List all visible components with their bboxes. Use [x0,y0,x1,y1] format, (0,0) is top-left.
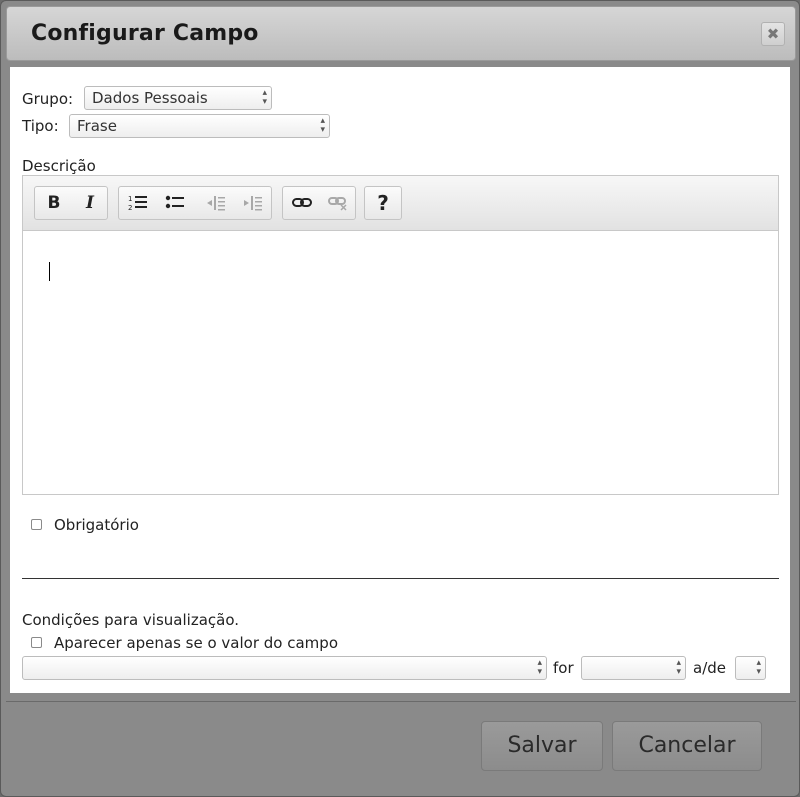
select-arrows-icon: ▴ ▾ [537,658,542,677]
rich-text-editor: B I 1 2 ? [22,175,779,495]
indent-button[interactable] [235,187,271,219]
type-select[interactable]: Frase ▴ ▾ [69,114,330,138]
section-divider [22,578,779,579]
toolbar-group-links [282,186,356,220]
editor-toolbar: B I 1 2 ? [23,176,778,231]
ordered-list-icon: 1 2 [128,195,147,212]
description-label: Descrição [22,157,96,175]
italic-icon: I [86,193,94,213]
required-label: Obrigatório [54,516,139,534]
toolbar-group-help: ? [364,186,402,220]
required-checkbox[interactable] [31,519,42,530]
of-label: a/de [693,659,726,677]
bold-button[interactable]: B [36,187,72,219]
unordered-list-icon [165,195,184,209]
unlink-button[interactable] [320,187,356,219]
cancel-button-label: Cancelar [638,733,736,758]
help-button[interactable]: ? [365,187,401,219]
save-button-label: Salvar [507,733,577,758]
indent-icon [244,196,262,211]
dialog-title: Configurar Campo [31,21,259,46]
text-caret [49,262,50,281]
dialog-content: Grupo: Dados Pessoais ▴ ▾ Tipo: Frase ▴ ▾ … [10,67,790,693]
group-label: Grupo: [22,90,74,108]
group-select-value: Dados Pessoais [92,89,208,107]
unordered-list-button[interactable] [157,187,193,219]
group-select[interactable]: Dados Pessoais ▴ ▾ [84,86,272,110]
unlink-icon [328,197,347,211]
cancel-button[interactable]: Cancelar [612,721,762,771]
outdent-icon [207,196,225,211]
type-label: Tipo: [22,117,59,135]
footer-separator [6,701,796,702]
ordered-list-button[interactable]: 1 2 [120,187,156,219]
editor-text-area[interactable] [23,232,778,494]
svg-text:2: 2 [128,204,132,212]
save-button[interactable]: Salvar [481,721,603,771]
appear-only-if-label: Aparecer apenas se o valor do campo [54,634,338,652]
configure-field-dialog: Configurar Campo ✖ Grupo: Dados Pessoais… [0,0,800,797]
for-label: for [553,659,574,677]
condition-operator-select[interactable]: ▴ ▾ [581,656,686,680]
toolbar-group-lists: 1 2 [118,186,272,220]
link-icon [292,198,312,207]
condition-target-select[interactable]: ▴ ▾ [735,656,766,680]
outdent-button[interactable] [198,187,234,219]
condition-field-select[interactable]: ▴ ▾ [22,656,547,680]
select-arrows-icon: ▴ ▾ [756,658,761,677]
svg-text:1: 1 [128,195,132,203]
select-arrows-icon: ▴ ▾ [676,658,681,677]
link-button[interactable] [284,187,320,219]
type-select-value: Frase [77,117,117,135]
select-arrows-icon: ▴ ▾ [262,88,267,107]
close-icon: ✖ [766,25,780,43]
toolbar-group-format: B I [34,186,108,220]
help-icon: ? [377,191,389,215]
bold-icon: B [47,193,61,213]
close-button[interactable]: ✖ [761,22,785,46]
select-arrows-icon: ▴ ▾ [320,116,325,135]
dialog-titlebar: Configurar Campo [6,6,796,61]
appear-only-if-checkbox[interactable] [31,637,42,648]
conditions-label: Condições para visualização. [22,611,240,629]
italic-button[interactable]: I [72,187,108,219]
